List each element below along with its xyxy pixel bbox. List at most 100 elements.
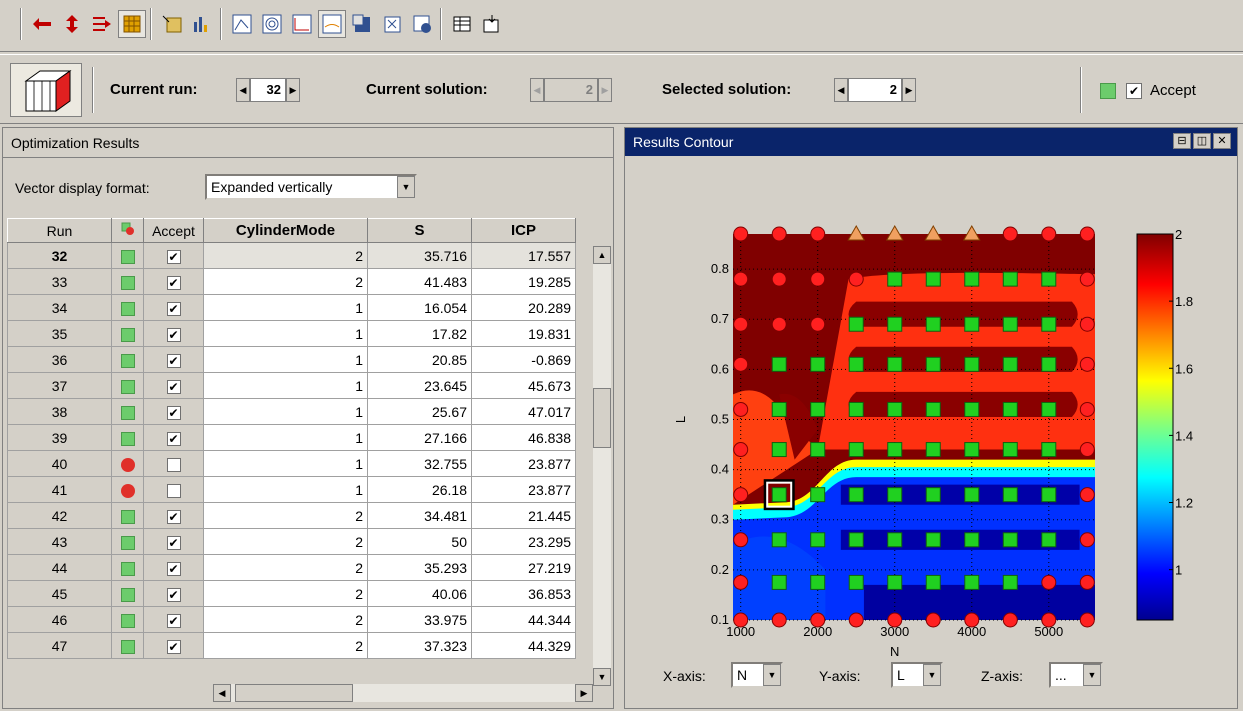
accept-row-checkbox[interactable]: ✔: [166, 275, 181, 290]
col-header-run[interactable]: Run: [7, 218, 112, 243]
cell-run[interactable]: 34: [7, 294, 112, 321]
cell-cylindermode[interactable]: 1: [203, 424, 368, 451]
current-run-next-button[interactable]: ▶: [286, 78, 300, 102]
cell-icp[interactable]: 17.557: [471, 242, 576, 269]
selected-solution-next-button[interactable]: ▶: [902, 78, 916, 102]
cell-accept[interactable]: ✔: [143, 632, 204, 659]
accept-row-checkbox[interactable]: [166, 457, 181, 472]
cell-accept[interactable]: ✔: [143, 320, 204, 347]
cell-accept[interactable]: [143, 450, 204, 477]
cell-icp[interactable]: 36.853: [471, 580, 576, 607]
cell-s[interactable]: 37.323: [367, 632, 472, 659]
cell-s[interactable]: 40.06: [367, 580, 472, 607]
contour-plot-icon[interactable]: [258, 10, 286, 38]
cell-icp[interactable]: 46.838: [471, 424, 576, 451]
cell-cylindermode[interactable]: 1: [203, 450, 368, 477]
cell-cylindermode[interactable]: 2: [203, 554, 368, 581]
y-axis-select[interactable]: L ▼: [891, 662, 943, 688]
table-row[interactable]: 32 ✔ 2 35.716 17.557: [7, 242, 576, 269]
cell-icp[interactable]: 23.877: [471, 476, 576, 503]
cell-icp[interactable]: 19.285: [471, 268, 576, 295]
pareto-plot-icon[interactable]: [378, 10, 406, 38]
accept-row-checkbox[interactable]: ✔: [166, 561, 181, 576]
cell-run[interactable]: 35: [7, 320, 112, 347]
cube-view-icon[interactable]: [10, 63, 82, 117]
move-up-down-icon[interactable]: [58, 10, 86, 38]
accept-row-checkbox[interactable]: ✔: [166, 613, 181, 628]
cell-icp[interactable]: 19.831: [471, 320, 576, 347]
table-row[interactable]: 47 ✔ 2 37.323 44.329: [7, 632, 576, 659]
cell-s[interactable]: 20.85: [367, 346, 472, 373]
chevron-down-icon[interactable]: ▼: [763, 664, 781, 686]
cell-cylindermode[interactable]: 1: [203, 398, 368, 425]
cell-accept[interactable]: [143, 476, 204, 503]
move-rows-icon[interactable]: [88, 10, 116, 38]
info-plot-icon[interactable]: [408, 10, 436, 38]
accept-row-checkbox[interactable]: ✔: [166, 327, 181, 342]
cell-s[interactable]: 16.054: [367, 294, 472, 321]
cell-icp[interactable]: -0.869: [471, 346, 576, 373]
cell-s[interactable]: 27.166: [367, 424, 472, 451]
cell-s[interactable]: 23.645: [367, 372, 472, 399]
table-row[interactable]: 46 ✔ 2 33.975 44.344: [7, 606, 576, 633]
cell-icp[interactable]: 20.289: [471, 294, 576, 321]
cell-run[interactable]: 42: [7, 502, 112, 529]
accept-row-checkbox[interactable]: ✔: [166, 509, 181, 524]
cell-accept[interactable]: ✔: [143, 606, 204, 633]
selected-solution-value[interactable]: 2: [848, 78, 902, 102]
cell-accept[interactable]: ✔: [143, 294, 204, 321]
cell-s[interactable]: 32.755: [367, 450, 472, 477]
accept-row-checkbox[interactable]: ✔: [166, 639, 181, 654]
cell-s[interactable]: 50: [367, 528, 472, 555]
table-row[interactable]: 41 1 26.18 23.877: [7, 476, 576, 503]
scroll-down-button[interactable]: ▼: [593, 668, 611, 686]
current-run-prev-button[interactable]: ◀: [236, 78, 250, 102]
accept-row-checkbox[interactable]: ✔: [166, 249, 181, 264]
scroll-thumb[interactable]: [593, 388, 611, 448]
cell-s[interactable]: 33.975: [367, 606, 472, 633]
x-axis-select[interactable]: N ▼: [731, 662, 783, 688]
cell-cylindermode[interactable]: 2: [203, 632, 368, 659]
col-header-status[interactable]: [111, 218, 144, 243]
col-header-icp[interactable]: ICP: [471, 218, 576, 243]
cell-icp[interactable]: 47.017: [471, 398, 576, 425]
table-view-icon[interactable]: [118, 10, 146, 38]
cell-run[interactable]: 44: [7, 554, 112, 581]
chevron-down-icon[interactable]: ▼: [1083, 664, 1101, 686]
histogram-icon[interactable]: [188, 10, 216, 38]
accept-row-checkbox[interactable]: [166, 483, 181, 498]
split-vertical-icon[interactable]: ◫: [1193, 133, 1211, 149]
cell-run[interactable]: 33: [7, 268, 112, 295]
table-row[interactable]: 40 1 32.755 23.877: [7, 450, 576, 477]
cell-accept[interactable]: ✔: [143, 502, 204, 529]
table-row[interactable]: 42 ✔ 2 34.481 21.445: [7, 502, 576, 529]
table-row[interactable]: 38 ✔ 1 25.67 47.017: [7, 398, 576, 425]
cell-s[interactable]: 17.82: [367, 320, 472, 347]
cell-cylindermode[interactable]: 1: [203, 320, 368, 347]
move-left-icon[interactable]: [28, 10, 56, 38]
accept-checkbox[interactable]: ✔: [1126, 83, 1142, 99]
table-export-icon[interactable]: [478, 10, 506, 38]
cell-s[interactable]: 25.67: [367, 398, 472, 425]
accept-row-checkbox[interactable]: ✔: [166, 587, 181, 602]
table-row[interactable]: 37 ✔ 1 23.645 45.673: [7, 372, 576, 399]
hscroll-thumb[interactable]: [235, 684, 353, 702]
cell-run[interactable]: 41: [7, 476, 112, 503]
cell-icp[interactable]: 21.445: [471, 502, 576, 529]
cell-run[interactable]: 46: [7, 606, 112, 633]
cell-run[interactable]: 39: [7, 424, 112, 451]
cell-cylindermode[interactable]: 1: [203, 372, 368, 399]
cell-icp[interactable]: 45.673: [471, 372, 576, 399]
cell-cylindermode[interactable]: 1: [203, 476, 368, 503]
accept-row-checkbox[interactable]: ✔: [166, 431, 181, 446]
scroll-right-button[interactable]: ▶: [575, 684, 593, 702]
selected-solution-spinner[interactable]: ◀ 2 ▶: [834, 77, 916, 103]
cell-accept[interactable]: ✔: [143, 580, 204, 607]
export-table-icon[interactable]: [158, 10, 186, 38]
chevron-down-icon[interactable]: ▼: [923, 664, 941, 686]
cell-accept[interactable]: ✔: [143, 372, 204, 399]
scatter-plot-icon[interactable]: [288, 10, 316, 38]
accept-row-checkbox[interactable]: ✔: [166, 379, 181, 394]
table-layout-icon[interactable]: [448, 10, 476, 38]
cell-cylindermode[interactable]: 2: [203, 502, 368, 529]
